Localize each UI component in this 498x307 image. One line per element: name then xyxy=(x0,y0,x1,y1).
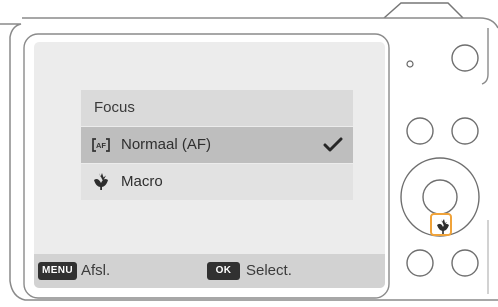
af-icon: AF xyxy=(92,138,110,152)
menu-item-macro[interactable]: Macro xyxy=(81,164,353,200)
ok-key-icon: OK xyxy=(207,262,240,280)
svg-text:AF: AF xyxy=(96,141,106,150)
top-right-button[interactable] xyxy=(451,44,479,72)
right-button[interactable] xyxy=(451,117,479,145)
menu-item-label: Macro xyxy=(121,173,163,190)
center-ok-button[interactable] xyxy=(422,179,458,215)
macro-icon xyxy=(94,173,108,190)
left-button[interactable] xyxy=(406,117,434,145)
bottom-right-button[interactable] xyxy=(451,249,479,277)
ok-action-label: Select. xyxy=(246,262,292,279)
camera-ui-screenshot: Focus AF Normaal (AF) Macro MENU Afsl. O… xyxy=(0,0,498,307)
menu-item-normaal-af[interactable]: AF Normaal (AF) xyxy=(81,127,353,163)
checkmark-icon xyxy=(323,137,343,152)
camera-screen: Focus AF Normaal (AF) Macro MENU Afsl. O… xyxy=(34,42,385,288)
focus-menu: Focus AF Normaal (AF) Macro xyxy=(81,90,353,202)
screen-footer: MENU Afsl. OK Select. xyxy=(34,254,385,288)
menu-item-label: Normaal (AF) xyxy=(121,136,212,153)
bottom-left-button[interactable] xyxy=(406,249,434,277)
menu-action-label: Afsl. xyxy=(81,262,111,279)
indicator-light-icon xyxy=(406,60,414,68)
menu-key-icon: MENU xyxy=(38,262,77,280)
focus-menu-title: Focus xyxy=(81,90,353,126)
